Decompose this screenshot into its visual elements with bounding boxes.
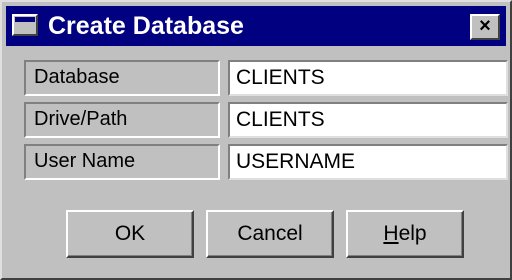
window-icon[interactable] xyxy=(12,14,38,36)
title-bar[interactable]: Create Database × xyxy=(6,6,506,46)
help-label-rest: elp xyxy=(398,222,427,245)
close-button[interactable]: × xyxy=(470,14,500,40)
help-mnemonic: H xyxy=(383,222,399,245)
user-name-label: User Name xyxy=(24,144,220,180)
database-input[interactable] xyxy=(228,60,508,96)
drive-path-label: Drive/Path xyxy=(24,102,220,138)
database-label: Database xyxy=(24,60,220,96)
drive-path-input[interactable] xyxy=(228,102,508,138)
create-database-dialog: Create Database × Database Drive/Path Us… xyxy=(0,0,512,280)
cancel-button[interactable]: Cancel xyxy=(206,210,334,258)
ok-button[interactable]: OK xyxy=(66,210,194,258)
help-button[interactable]: Help xyxy=(346,210,464,258)
window-title: Create Database xyxy=(48,12,244,40)
user-name-input[interactable] xyxy=(228,144,508,180)
window-icon-bar xyxy=(15,17,35,22)
